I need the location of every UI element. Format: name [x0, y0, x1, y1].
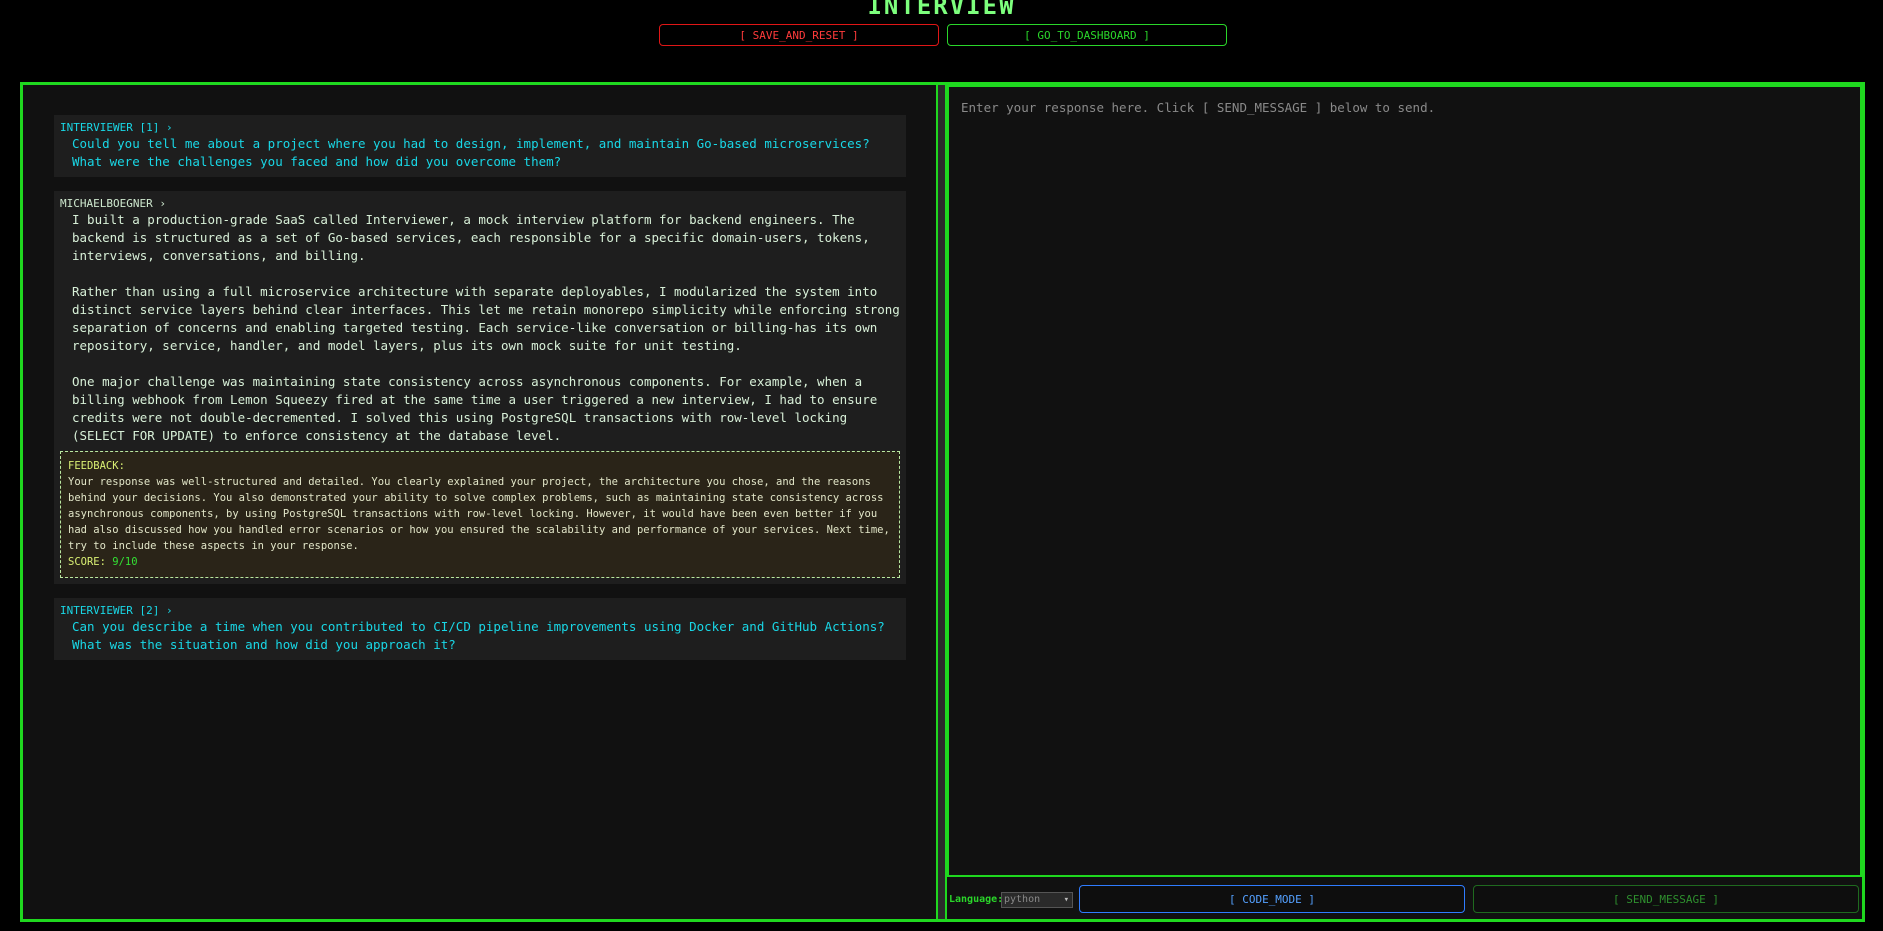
score-label: SCORE: [68, 556, 106, 568]
language-label: Language: [949, 894, 1004, 905]
interviewer-label: INTERVIEWER [1] › [60, 121, 173, 134]
conversation-pane[interactable]: INTERVIEWER [1] › Could you tell me abou… [23, 85, 936, 919]
answer-paragraph: One major challenge was maintaining stat… [72, 374, 878, 443]
pane-resize-handle[interactable] [936, 85, 947, 919]
language-select[interactable]: python ▾ [1001, 892, 1073, 908]
response-textarea[interactable]: Enter your response here. Click [ SEND_M… [947, 85, 1862, 877]
interviewer-label: INTERVIEWER [2] › [60, 604, 173, 617]
candidate-label: MICHAELBOEGNER › [60, 197, 166, 210]
interview-frame: INTERVIEWER [1] › Could you tell me abou… [20, 82, 1865, 922]
question-text: Can you describe a time when you contrib… [72, 619, 885, 652]
feedback-title: FEEDBACK: [68, 460, 125, 472]
feedback-text: Your response was well-structured and de… [68, 476, 890, 552]
interviewer-message: INTERVIEWER [2] › Can you describe a tim… [54, 598, 906, 660]
answer-paragraph: Rather than using a full microservice ar… [72, 284, 900, 353]
question-text: Could you tell me about a project where … [72, 136, 870, 169]
page-title: INTERVIEW [867, 0, 1016, 20]
score-value: 9/10 [112, 556, 138, 568]
conversation-list: INTERVIEWER [1] › Could you tell me abou… [54, 115, 906, 674]
chevron-down-icon: ▾ [1063, 895, 1069, 905]
send-message-button[interactable]: [ SEND_MESSAGE ] [1473, 885, 1859, 913]
candidate-message: MICHAELBOEGNER › I built a production-gr… [54, 191, 906, 584]
answer-paragraph: I built a production-grade SaaS called I… [72, 212, 870, 263]
code-mode-button[interactable]: [ CODE_MODE ] [1079, 885, 1465, 913]
feedback-box: FEEDBACK: Your response was well-structu… [60, 451, 900, 578]
language-select-value: python [1004, 894, 1041, 905]
go-to-dashboard-button[interactable]: [ GO_TO_DASHBOARD ] [947, 24, 1227, 46]
save-and-reset-button[interactable]: [ SAVE_AND_RESET ] [659, 24, 939, 46]
response-pane: Enter your response here. Click [ SEND_M… [947, 85, 1862, 919]
editor-toolbar: Language: python ▾ [ CODE_MODE ] [ SEND_… [947, 877, 1862, 919]
answer-text: I built a production-grade SaaS called I… [60, 211, 900, 445]
interviewer-message: INTERVIEWER [1] › Could you tell me abou… [54, 115, 906, 177]
score-line: SCORE: 9/10 [68, 554, 892, 570]
